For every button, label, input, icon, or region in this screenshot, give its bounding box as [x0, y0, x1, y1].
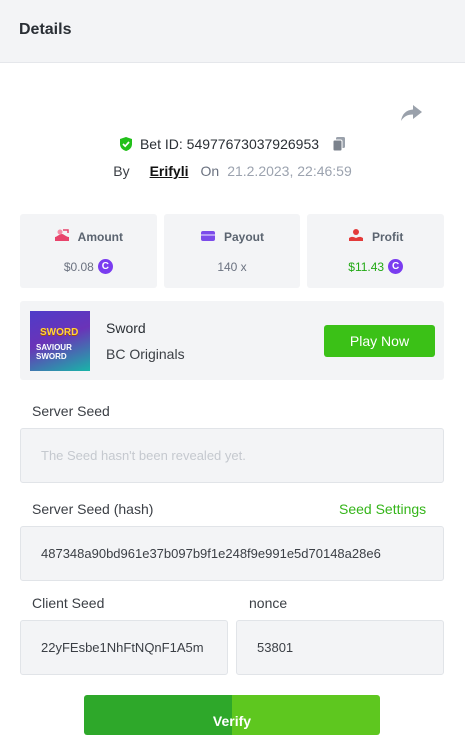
shield-check-icon [118, 136, 134, 152]
game-provider: BC Originals [106, 346, 185, 362]
coin-icon: C [97, 259, 113, 274]
seed-settings-link[interactable]: Seed Settings [339, 501, 426, 517]
play-now-button[interactable]: Play Now [324, 325, 435, 357]
server-seed-hash-label: Server Seed (hash) [32, 501, 154, 517]
bet-stats: Amount $0.08 C Payout 140 x Profit $11.4… [20, 214, 445, 288]
payout-card: Payout 140 x [163, 214, 301, 288]
profit-icon [348, 228, 364, 245]
thumb-subtitle-1: SAVIOUR [36, 343, 72, 352]
amount-card: Amount $0.08 C [20, 214, 157, 288]
payout-value: 140 x [217, 259, 247, 274]
amount-icon [54, 228, 70, 245]
coin-icon: C [388, 259, 404, 274]
thumb-title: SWORD [40, 327, 79, 338]
profit-card: Profit $11.43 C [307, 214, 445, 288]
amount-label: Amount [77, 229, 123, 244]
client-seed-label: Client Seed [32, 595, 105, 611]
nonce-label: nonce [249, 595, 288, 611]
nonce-field[interactable]: 53801 [236, 620, 444, 675]
game-card: SWORD SAVIOUR SWORD Sword BC Originals P… [20, 301, 444, 380]
verify-button[interactable]: Verify [84, 695, 380, 735]
payout-label: Payout [224, 230, 265, 244]
copy-icon[interactable] [331, 136, 347, 152]
verify-label: Verify [212, 713, 252, 729]
thumb-subtitle-2: SWORD [36, 352, 67, 361]
by-label: By [113, 163, 130, 179]
thumb-subtitle: SAVIOUR SWORD [36, 343, 72, 361]
details-header: Details [0, 0, 465, 63]
bet-meta-row: By Erifyli On 21.2.2023, 22:46:59 [0, 161, 465, 181]
bet-id-row: Bet ID: 54977673037926953 [0, 134, 465, 154]
server-seed-field[interactable]: The Seed hasn't been revealed yet. [20, 428, 444, 483]
game-thumbnail[interactable]: SWORD SAVIOUR SWORD [30, 311, 90, 371]
wallet-icon [200, 229, 216, 246]
profit-label: Profit [372, 229, 404, 244]
game-name: Sword [106, 320, 146, 336]
page-title: Details [19, 21, 72, 38]
bet-datetime: 21.2.2023, 22:46:59 [227, 163, 352, 179]
on-label: On [200, 163, 220, 179]
profit-value: $11.43 [348, 259, 385, 274]
server-seed-label: Server Seed [32, 403, 110, 419]
server-seed-hash-field[interactable]: 487348a90bd961e37b097b9f1e248f9e991e5d70… [20, 526, 444, 581]
client-seed-field[interactable]: 22yFEsbe1NhFtNQnF1A5m [20, 620, 228, 675]
amount-value: $0.08 [63, 259, 94, 274]
bet-id: Bet ID: 54977673037926953 [139, 136, 320, 152]
share-icon[interactable] [399, 102, 425, 124]
username-link[interactable]: Erifyli [150, 163, 189, 179]
